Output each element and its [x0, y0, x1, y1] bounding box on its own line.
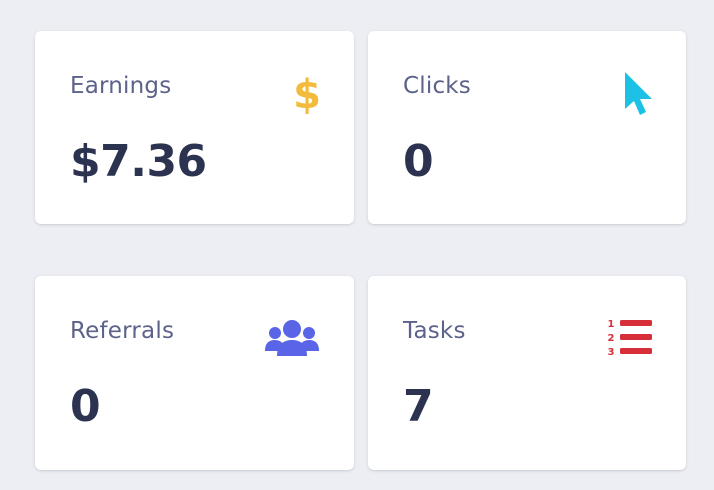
- stat-card-value: 7: [403, 381, 434, 432]
- users-icon: [265, 319, 319, 359]
- svg-text:$: $: [293, 72, 321, 116]
- stat-card-label: Tasks: [403, 318, 466, 344]
- stat-card-label: Clicks: [403, 73, 471, 99]
- numbered-list-icon: 1 2 3: [608, 317, 654, 359]
- svg-text:3: 3: [608, 347, 615, 358]
- stat-card-label: Earnings: [70, 73, 172, 99]
- stat-card-tasks: Tasks 7 1 2 3: [368, 276, 686, 470]
- stat-card-value: 0: [403, 136, 434, 187]
- stat-card-value: 0: [70, 381, 101, 432]
- stat-card-value: $7.36: [70, 136, 207, 187]
- svg-text:2: 2: [608, 333, 615, 344]
- stat-card-clicks: Clicks 0: [368, 31, 686, 224]
- stat-card-earnings: Earnings $7.36 $: [35, 31, 354, 224]
- stat-card-referrals: Referrals 0: [35, 276, 354, 470]
- mouse-pointer-icon: [624, 71, 654, 117]
- stat-card-label: Referrals: [70, 318, 175, 344]
- dollar-sign-icon: $: [293, 72, 321, 116]
- svg-text:1: 1: [608, 319, 615, 330]
